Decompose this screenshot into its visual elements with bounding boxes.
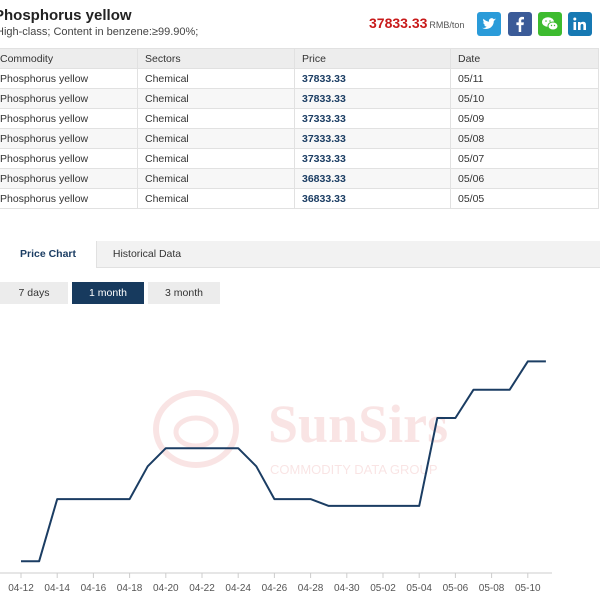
cell-commodity[interactable]: Phosphorus yellow bbox=[0, 128, 138, 149]
cell-commodity[interactable]: Phosphorus yellow bbox=[0, 168, 138, 189]
x-tick-label: 05-10 bbox=[515, 583, 541, 594]
table-row: Phosphorus yellow Chemical 36833.33 05/0… bbox=[0, 168, 599, 189]
table-row: Phosphorus yellow Chemical 37333.33 05/0… bbox=[0, 128, 599, 149]
col-header-date: Date bbox=[450, 48, 599, 69]
x-tick-label: 04-14 bbox=[44, 583, 70, 594]
tab-price-chart[interactable]: Price Chart bbox=[0, 241, 97, 268]
x-tick-label: 05-08 bbox=[479, 583, 505, 594]
price-line-chart: SunSirs COMMODITY DATA GROUP 04-12 04-14 0… bbox=[0, 360, 552, 594]
facebook-icon[interactable] bbox=[508, 12, 532, 36]
x-axis-ticks: 04-12 04-14 04-16 04-18 04-20 04-22 04-24 04-26… bbox=[8, 573, 541, 594]
cell-price: 37333.33 bbox=[294, 148, 451, 169]
cell-date: 05/07 bbox=[450, 148, 599, 169]
twitter-icon[interactable] bbox=[477, 12, 501, 36]
product-subtitle: High-class; Content in benzene:≥99.90%; bbox=[0, 26, 199, 38]
cell-sector: Chemical bbox=[137, 108, 295, 129]
current-price-unit: RMB/ton bbox=[429, 20, 465, 30]
cell-date: 05/09 bbox=[450, 108, 599, 129]
watermark-logo bbox=[153, 390, 239, 468]
wechat-icon[interactable] bbox=[538, 12, 562, 36]
watermark-brand: SunSirs bbox=[268, 394, 448, 454]
price-table: Commodity Sectors Price Date Phosphorus … bbox=[0, 48, 599, 209]
cell-date: 05/11 bbox=[450, 68, 599, 89]
current-price: 37833.33 RMB/ton bbox=[369, 15, 464, 33]
watermark-tagline: COMMODITY DATA GROUP bbox=[270, 462, 438, 477]
x-tick-label: 04-20 bbox=[153, 583, 179, 594]
col-header-sectors: Sectors bbox=[137, 48, 295, 69]
product-title: Phosphorus yellow bbox=[0, 7, 132, 24]
current-price-value: 37833.33 bbox=[369, 15, 428, 31]
x-tick-label: 04-28 bbox=[298, 583, 324, 594]
linkedin-icon[interactable] bbox=[568, 12, 592, 36]
x-tick-label: 04-22 bbox=[189, 583, 215, 594]
cell-commodity[interactable]: Phosphorus yellow bbox=[0, 88, 138, 109]
cell-price: 36833.33 bbox=[294, 168, 451, 189]
cell-sector: Chemical bbox=[137, 188, 295, 209]
x-tick-label: 05-02 bbox=[370, 583, 396, 594]
x-tick-label: 04-30 bbox=[334, 583, 360, 594]
tab-historical-data[interactable]: Historical Data bbox=[100, 241, 194, 267]
cell-date: 05/05 bbox=[450, 188, 599, 209]
x-tick-label: 05-04 bbox=[406, 583, 432, 594]
table-row: Phosphorus yellow Chemical 36833.33 05/0… bbox=[0, 188, 599, 209]
cell-date: 05/06 bbox=[450, 168, 599, 189]
x-tick-label: 04-12 bbox=[8, 583, 34, 594]
table-row: Phosphorus yellow Chemical 37833.33 05/1… bbox=[0, 68, 599, 89]
x-tick-label: 04-18 bbox=[117, 583, 143, 594]
table-header-row: Commodity Sectors Price Date bbox=[0, 48, 599, 69]
cell-price: 37333.33 bbox=[294, 108, 451, 129]
x-tick-label: 04-26 bbox=[262, 583, 288, 594]
cell-date: 05/10 bbox=[450, 88, 599, 109]
cell-sector: Chemical bbox=[137, 128, 295, 149]
cell-commodity[interactable]: Phosphorus yellow bbox=[0, 148, 138, 169]
col-header-commodity: Commodity bbox=[0, 48, 138, 69]
table-row: Phosphorus yellow Chemical 37833.33 05/1… bbox=[0, 88, 599, 109]
chart-tabs: Price Chart Historical Data bbox=[0, 241, 600, 268]
cell-commodity[interactable]: Phosphorus yellow bbox=[0, 68, 138, 89]
cell-sector: Chemical bbox=[137, 168, 295, 189]
cell-sector: Chemical bbox=[137, 148, 295, 169]
cell-date: 05/08 bbox=[450, 128, 599, 149]
range-3-month-button[interactable]: 3 month bbox=[148, 282, 220, 304]
watermark: SunSirs COMMODITY DATA GROUP bbox=[153, 390, 448, 477]
table-row: Phosphorus yellow Chemical 37333.33 05/0… bbox=[0, 108, 599, 129]
cell-commodity[interactable]: Phosphorus yellow bbox=[0, 188, 138, 209]
range-1-month-button[interactable]: 1 month bbox=[72, 282, 144, 304]
col-header-price: Price bbox=[294, 48, 451, 69]
x-tick-label: 04-16 bbox=[81, 583, 107, 594]
cell-sector: Chemical bbox=[137, 68, 295, 89]
cell-price: 36833.33 bbox=[294, 188, 451, 209]
cell-price: 37333.33 bbox=[294, 128, 451, 149]
x-tick-label: 05-06 bbox=[443, 583, 469, 594]
table-row: Phosphorus yellow Chemical 37333.33 05/0… bbox=[0, 148, 599, 169]
cell-sector: Chemical bbox=[137, 88, 295, 109]
cell-price: 37833.33 bbox=[294, 88, 451, 109]
x-tick-label: 04-24 bbox=[225, 583, 251, 594]
range-7-days-button[interactable]: 7 days bbox=[0, 282, 68, 304]
cell-price: 37833.33 bbox=[294, 68, 451, 89]
cell-commodity[interactable]: Phosphorus yellow bbox=[0, 108, 138, 129]
